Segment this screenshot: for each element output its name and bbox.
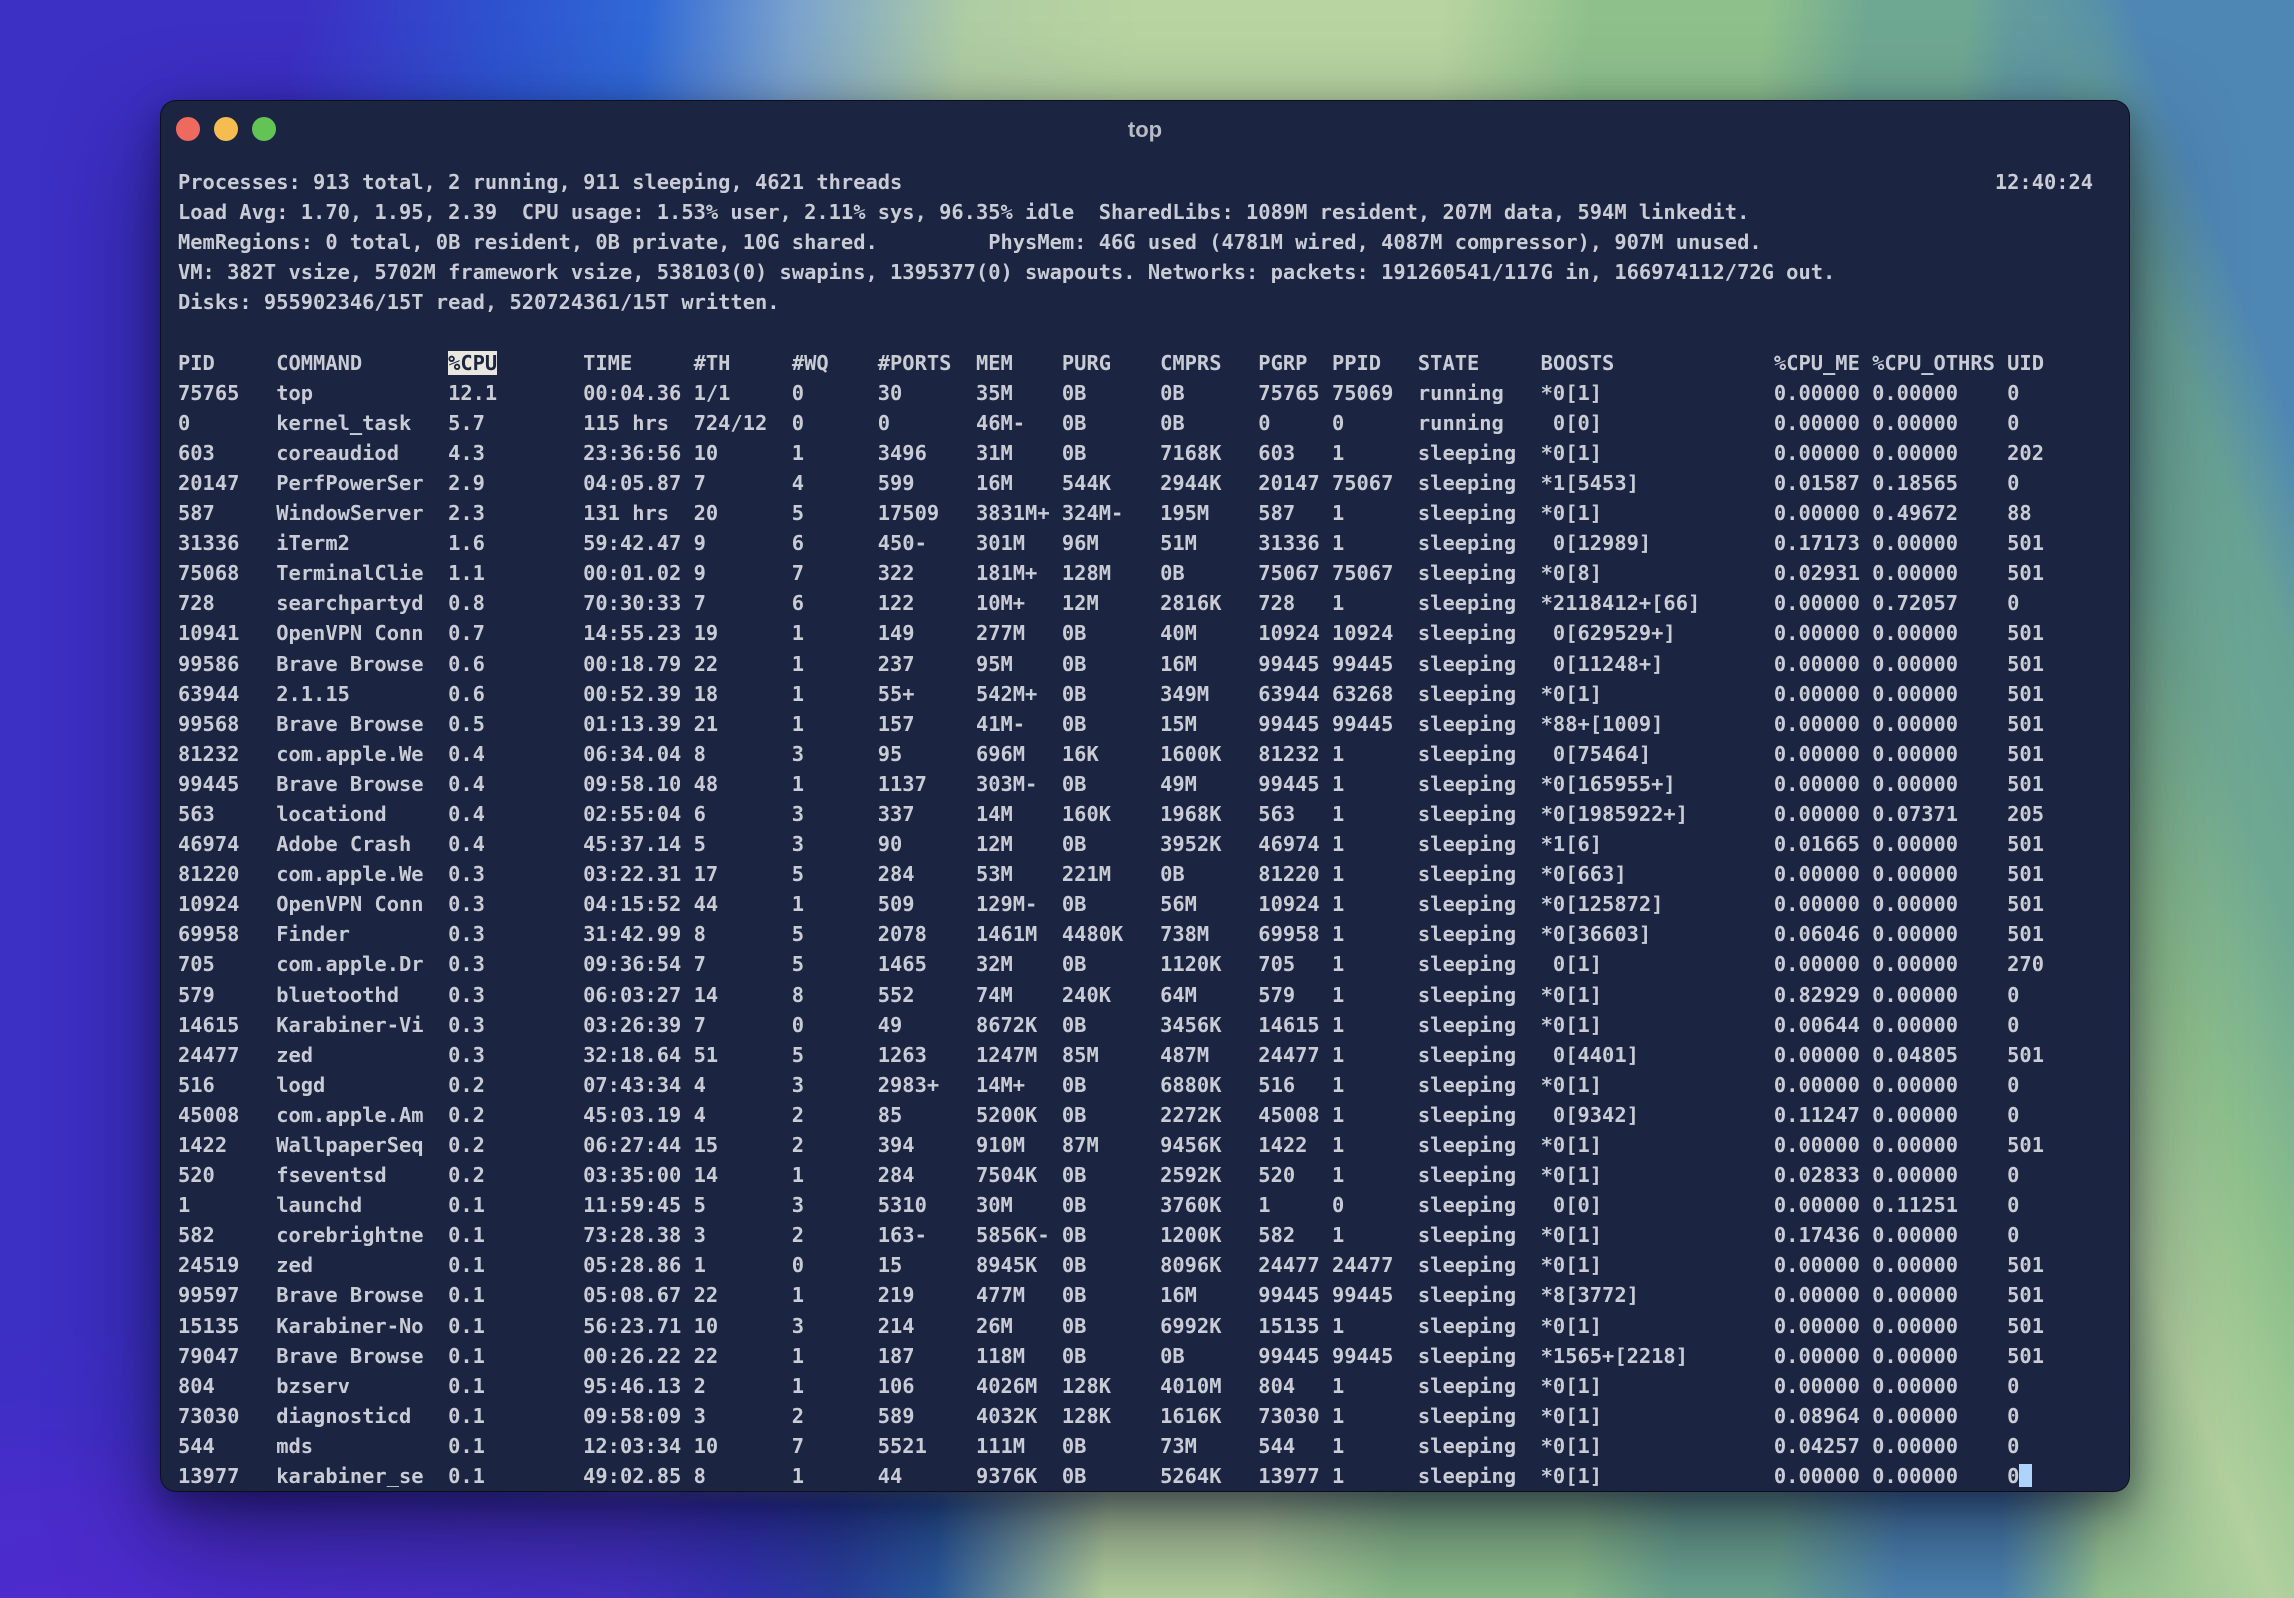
- process-row: 45008 com.apple.Am 0.2 45:03.19 4 2 85 5…: [178, 1102, 2020, 1127]
- process-row: 516 logd 0.2 07:43:34 4 3 2983+ 14M+ 0B …: [178, 1072, 2020, 1097]
- process-row: 75765 top 12.1 00:04.36 1/1 0 30 35M 0B …: [178, 380, 2020, 405]
- titlebar[interactable]: top: [161, 101, 2129, 159]
- process-row: 579 bluetoothd 0.3 06:03:27 14 8 552 74M…: [178, 982, 2020, 1007]
- process-row: 582 corebrightne 0.1 73:28.38 3 2 163- 5…: [178, 1223, 2020, 1248]
- summary-line: Load Avg: 1.70, 1.95, 2.39 CPU usage: 1.…: [178, 200, 1750, 225]
- process-row: 24519 zed 0.1 05:28.86 1 0 15 8945K 0B 8…: [178, 1253, 2044, 1278]
- desktop-wallpaper: top Processes: 913 total, 2 running, 911…: [0, 0, 2294, 1598]
- process-row: 1 launchd 0.1 11:59:45 5 3 5310 30M 0B 3…: [178, 1193, 2020, 1218]
- process-row: 14615 Karabiner-Vi 0.3 03:26:39 7 0 49 8…: [178, 1012, 2020, 1037]
- process-row: 13977 karabiner_se 0.1 49:02.85 8 1 44 9…: [178, 1461, 2121, 1487]
- process-row: 81220 com.apple.We 0.3 03:22.31 17 5 284…: [178, 862, 2044, 887]
- process-row: 705 com.apple.Dr 0.3 09:36:54 7 5 1465 3…: [178, 952, 2044, 977]
- process-row: 31336 iTerm2 1.6 59:42.47 9 6 450- 301M …: [178, 531, 2044, 556]
- process-row: 587 WindowServer 2.3 131 hrs 20 5 17509 …: [178, 501, 2032, 526]
- process-row: 804 bzserv 0.1 95:46.13 2 1 106 4026M 12…: [178, 1373, 2020, 1398]
- sorted-column-header: %CPU: [448, 350, 498, 375]
- process-row: 81232 com.apple.We 0.4 06:34.04 8 3 95 6…: [178, 741, 2044, 766]
- process-row: 15135 Karabiner-No 0.1 56:23.71 10 3 214…: [178, 1313, 2044, 1338]
- summary-line-processes: Processes: 913 total, 2 running, 911 sle…: [178, 170, 2094, 194]
- process-row: 544 mds 0.1 12:03:34 10 7 5521 111M 0B 7…: [178, 1433, 2020, 1458]
- process-row: 99586 Brave Browse 0.6 00:18.79 22 1 237…: [178, 651, 2044, 676]
- process-row: 46974 Adobe Crash 0.4 45:37.14 5 3 90 12…: [178, 832, 2044, 857]
- process-row: 1422 WallpaperSeq 0.2 06:27:44 15 2 394 …: [178, 1133, 2044, 1157]
- process-row: 24477 zed 0.3 32:18.64 51 5 1263 1247M 8…: [178, 1042, 2044, 1067]
- table-header-row: PID COMMAND %CPU TIME #TH #WQ #PORTS MEM…: [178, 350, 2044, 375]
- process-row: 79047 Brave Browse 0.1 00:26.22 22 1 187…: [178, 1343, 2044, 1368]
- process-row: 520 fseventsd 0.2 03:35:00 14 1 284 7504…: [178, 1163, 2020, 1188]
- process-row: 10941 OpenVPN Conn 0.7 14:55.23 19 1 149…: [178, 621, 2044, 646]
- process-row: 99597 Brave Browse 0.1 05:08.67 22 1 219…: [178, 1283, 2044, 1308]
- process-row: 99568 Brave Browse 0.5 01:13.39 21 1 157…: [178, 711, 2044, 736]
- terminal-cursor: [2019, 1464, 2032, 1487]
- window-title: top: [1127, 117, 1163, 142]
- process-row: 69958 Finder 0.3 31:42.99 8 5 2078 1461M…: [178, 922, 2044, 947]
- process-row: 728 searchpartyd 0.8 70:30:33 7 6 122 10…: [178, 591, 2020, 616]
- process-row: 563 locationd 0.4 02:55:04 6 3 337 14M 1…: [178, 801, 2044, 826]
- process-row: 73030 diagnosticd 0.1 09:58:09 3 2 589 4…: [178, 1403, 2020, 1428]
- terminal-window: top Processes: 913 total, 2 running, 911…: [160, 100, 2130, 1492]
- summary-line: MemRegions: 0 total, 0B resident, 0B pri…: [178, 230, 1762, 255]
- process-row: 75068 TerminalClie 1.1 00:01.02 9 7 322 …: [178, 561, 2044, 586]
- process-row: 0 kernel_task 5.7 115 hrs 724/12 0 0 46M…: [178, 410, 2020, 435]
- process-row: 99445 Brave Browse 0.4 09:58.10 48 1 113…: [178, 771, 2044, 796]
- process-row: 20147 PerfPowerSer 2.9 04:05.87 7 4 599 …: [178, 470, 2020, 495]
- process-row: 603 coreaudiod 4.3 23:36:56 10 1 3496 31…: [178, 440, 2044, 465]
- terminal-output[interactable]: Processes: 913 total, 2 running, 911 sle…: [178, 167, 2121, 1487]
- summary-line: Disks: 955902346/15T read, 520724361/15T…: [178, 290, 780, 315]
- process-row: 63944 2.1.15 0.6 00:52.39 18 1 55+ 542M+…: [178, 681, 2044, 706]
- summary-line: VM: 382T vsize, 5702M framework vsize, 5…: [178, 260, 1836, 285]
- process-row: 10924 OpenVPN Conn 0.3 04:15:52 44 1 509…: [178, 892, 2044, 917]
